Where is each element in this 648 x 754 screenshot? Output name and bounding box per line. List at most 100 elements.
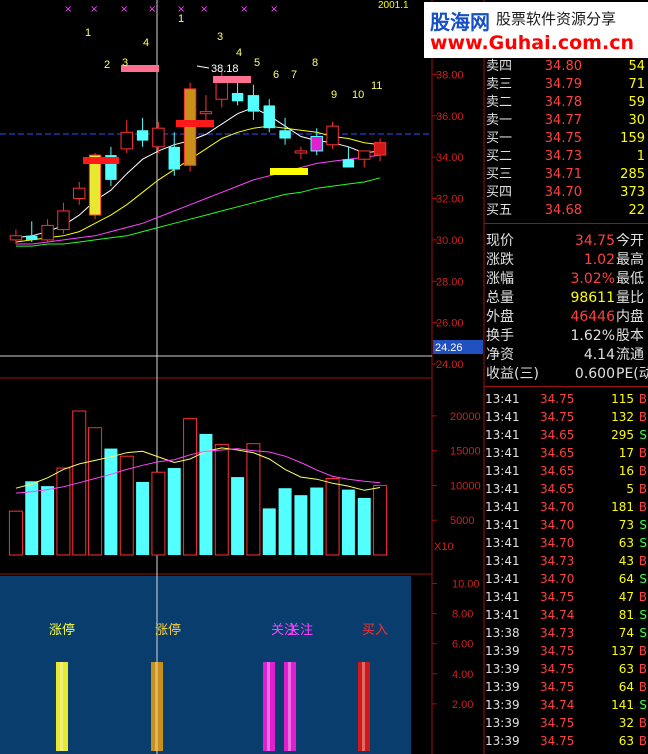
ma20-line — [15, 154, 381, 245]
quote-label: 卖二 — [486, 95, 513, 110]
price-panel[interactable] — [9, 65, 387, 247]
tick-row[interactable]: 13:39 34.75 32 B — [484, 714, 648, 732]
quote-label: 买四 — [486, 185, 513, 200]
tick-row[interactable]: 13:41 34.73 43 B — [484, 552, 648, 570]
tick-time: 13:39 — [485, 734, 520, 748]
quote-price: 34.78 — [544, 95, 582, 110]
tick-row[interactable]: 13:39 34.75 137 B — [484, 642, 648, 660]
quote-row[interactable]: 卖三 34.79 71 — [484, 76, 648, 94]
tick-row[interactable]: 13:41 34.65 295 S — [484, 426, 648, 444]
tick-row[interactable]: 13:41 34.74 81 S — [484, 606, 648, 624]
quote-label: 买三 — [486, 167, 513, 182]
indicator-tick-label: 8.00 — [452, 609, 473, 621]
stat-row: 换手 1.62%股本 7. — [484, 327, 648, 346]
candle-body-up — [120, 131, 133, 150]
tick-time: 13:39 — [485, 716, 520, 730]
tick-row[interactable]: 13:41 34.75 47 B — [484, 588, 648, 606]
quote-row[interactable]: 卖四 34.80 54 — [484, 58, 648, 76]
volume-tick-label: 10000 — [450, 480, 481, 492]
tick-side: S — [639, 428, 647, 442]
tick-time: 13:41 — [485, 410, 520, 424]
volume-bar-down — [231, 477, 245, 555]
stat-value: 4.14 — [583, 347, 615, 363]
high-price-pointer — [196, 65, 210, 69]
tick-time: 13:41 — [485, 428, 520, 442]
candle-body-up — [199, 111, 213, 115]
price-tick-label: 30.00 — [436, 235, 464, 247]
candle-body-up — [57, 210, 70, 231]
volume-bar-up — [183, 418, 198, 556]
quote-row[interactable]: 买四 34.70 373 — [484, 184, 648, 202]
volume-panel[interactable] — [8, 410, 388, 556]
tick-price: 34.75 — [540, 662, 575, 676]
tick-row[interactable]: 13:41 34.70 63 S — [484, 534, 648, 552]
event-marker-icon: × — [200, 4, 208, 15]
tick-side: S — [639, 698, 647, 712]
quote-row[interactable]: 买三 34.71 285 — [484, 166, 648, 184]
watermark-banner: 股海网 股票软件资源分享 www.Guhai.com.cn — [424, 2, 648, 58]
candle-body-down — [247, 95, 260, 112]
tick-row[interactable]: 13:38 34.73 74 S — [484, 624, 648, 642]
stat-row: 收益(三) 0.600PE(动) — [484, 365, 648, 384]
ma5-line — [15, 106, 381, 239]
tick-time: 13:41 — [485, 446, 520, 460]
tick-price: 34.73 — [540, 626, 575, 640]
tick-side: S — [639, 626, 647, 640]
tick-row[interactable]: 13:41 34.65 16 B — [484, 462, 648, 480]
stat-label-secondary: 今开 3 — [616, 233, 648, 249]
price-tick-label: 24.00 — [436, 359, 464, 371]
tick-price: 34.65 — [540, 446, 575, 460]
axis-labels: 38.00 36.00 34.00 32.00 30.00 28.00 26.00 24.00… — [432, 69, 483, 711]
tick-row[interactable]: 13:41 34.70 73 S — [484, 516, 648, 534]
quote-volume: 285 — [620, 167, 645, 182]
tick-row[interactable]: 13:39 34.75 63 B — [484, 660, 648, 678]
tick-volume: 73 — [618, 518, 634, 532]
tick-row[interactable]: 13:41 34.70 181 B — [484, 498, 648, 516]
tick-price: 34.70 — [540, 500, 575, 514]
quote-volume: 159 — [620, 131, 645, 146]
quote-row[interactable]: 卖二 34.78 59 — [484, 94, 648, 112]
quote-row[interactable]: 买二 34.73 1 — [484, 148, 648, 166]
tick-side: S — [639, 608, 647, 622]
tick-side: B — [638, 716, 647, 730]
stat-value: 98611 — [570, 290, 615, 306]
candle-body-down — [168, 146, 180, 170]
tick-time: 13:41 — [485, 536, 520, 550]
tick-volume: 63 — [618, 734, 634, 748]
quote-row[interactable]: 买五 34.68 22 — [484, 202, 648, 220]
volume-bar-down — [104, 448, 118, 555]
tick-time: 13:41 — [485, 500, 520, 514]
tick-volume: 137 — [611, 644, 634, 658]
price-tick-label: 38.00 — [436, 69, 464, 81]
event-marker-icon: × — [177, 4, 185, 15]
stat-label: 换手 — [486, 328, 514, 344]
tick-volume: 16 — [618, 464, 634, 478]
wave-number: 3 — [122, 57, 128, 69]
tick-row[interactable]: 13:41 34.70 64 S — [484, 570, 648, 588]
tick-row[interactable]: 13:39 34.75 64 B — [484, 678, 648, 696]
tick-row[interactable]: 13:41 34.65 5 B — [484, 480, 648, 498]
tick-side: B — [638, 734, 647, 748]
tick-time: 13:39 — [485, 680, 520, 694]
stat-label: 外盘 — [486, 309, 514, 325]
wave-number: 8 — [312, 57, 318, 69]
tick-row[interactable]: 13:41 34.75 115 B — [484, 390, 648, 408]
signal-label: 涨停 — [155, 622, 181, 638]
quote-row[interactable]: 买一 34.75 159 — [484, 130, 648, 148]
tick-side: B — [638, 644, 647, 658]
tick-row[interactable]: 13:41 34.65 17 B — [484, 444, 648, 462]
panel-separator — [484, 386, 648, 387]
tick-row[interactable]: 13:41 34.75 132 B — [484, 408, 648, 426]
quote-panel: 卖四 34.80 54 卖三 34.79 71 卖二 34.78 59 卖一 34.77 30 买一 34… — [484, 58, 648, 754]
event-marker-icon: × — [148, 4, 156, 15]
quote-label: 买五 — [486, 203, 513, 218]
tick-volume: 64 — [618, 680, 634, 694]
tick-side: S — [639, 518, 647, 532]
tick-row[interactable]: 13:39 34.75 63 B — [484, 732, 648, 750]
quote-row[interactable]: 卖一 34.77 30 — [484, 112, 648, 130]
stat-row: 外盘 46446内盘 5 — [484, 308, 648, 327]
ma10-line — [15, 125, 381, 243]
tick-row[interactable]: 13:39 34.74 141 S — [484, 696, 648, 714]
volume-bar-down — [278, 488, 292, 555]
wave-number: 5 — [254, 57, 260, 69]
